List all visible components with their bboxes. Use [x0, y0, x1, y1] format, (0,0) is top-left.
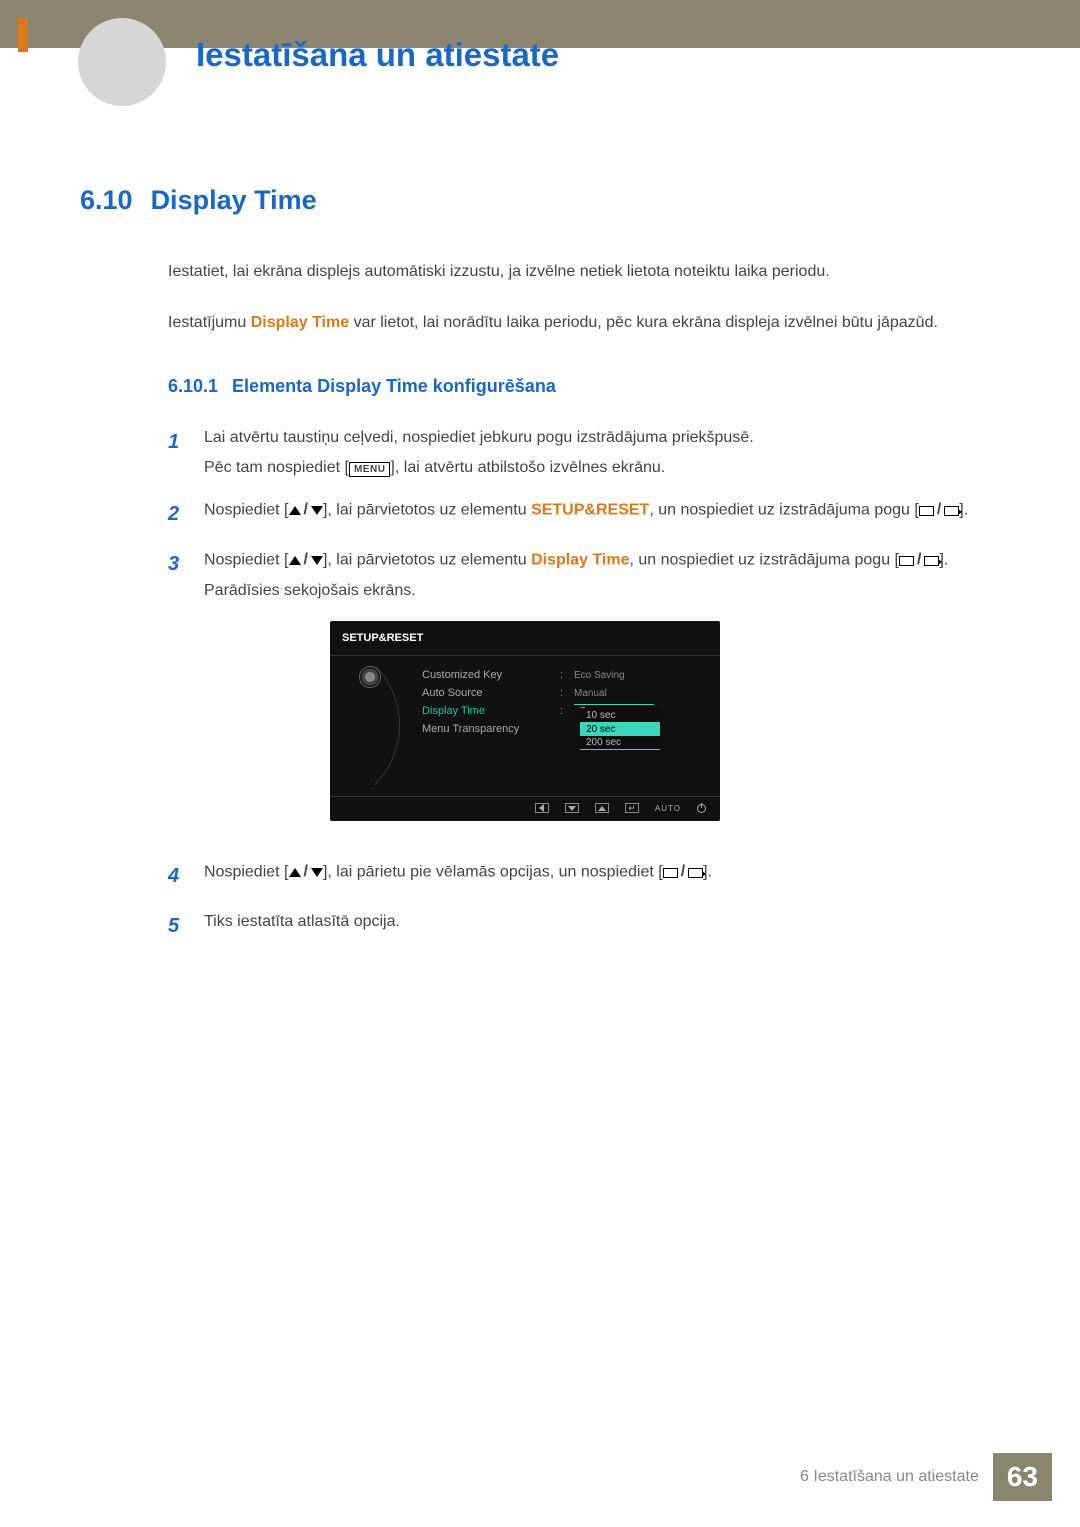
footer-page-number: 63 — [993, 1453, 1052, 1501]
step-number: 2 — [168, 495, 186, 533]
text: var lietot, lai norādītu laika periodu, … — [349, 314, 938, 331]
source-enter-icon: / — [899, 545, 939, 575]
step-3: 3 Nospiediet [/], lai pārvietotos uz ele… — [168, 545, 1000, 845]
nav-left-icon — [535, 803, 549, 813]
subsection-number: 6.10.1 — [168, 376, 218, 397]
step-number: 5 — [168, 907, 186, 945]
chapter-badge-circle — [78, 18, 166, 106]
text: ], lai pārvietotos uz elementu — [323, 552, 531, 569]
text: ], lai atvērtu atbilstošo izvēlnes ekrān… — [390, 459, 665, 476]
up-down-arrows-icon: / — [289, 545, 323, 575]
text: Nospiediet [ — [204, 502, 289, 519]
osd-label: Menu Transparency — [422, 719, 552, 740]
osd-option-200sec: 200 sec — [580, 736, 660, 750]
subsection-heading: 6.10.1 Elementa Display Time konfigurēša… — [168, 376, 1000, 397]
highlight-setup-reset: SETUP&RESET — [531, 502, 649, 519]
rect-enter-icon — [924, 556, 939, 566]
step-3-line-2: Parādīsies sekojošais ekrāns. — [204, 576, 948, 606]
intro-paragraph-2: Iestatījumu Display Time var lietot, lai… — [168, 309, 1000, 338]
triangle-up-icon — [289, 506, 301, 515]
osd-side-graphic — [350, 666, 410, 786]
osd-row-auto-source: Auto Source : Manual — [422, 684, 706, 702]
section-heading: 6.10 Display Time — [80, 185, 1000, 216]
step-5: 5 Tiks iestatīta atlasītā opcija. — [168, 907, 1000, 945]
step-body: Nospiediet [/], lai pārvietotos uz eleme… — [204, 545, 948, 845]
triangle-down-icon — [311, 556, 323, 565]
chapter-title: Iestatīšana un atiestate — [196, 36, 559, 74]
osd-screenshot: SETUP&RESET Customized Key : Eco Saving — [330, 621, 720, 822]
osd-row-customized-key: Customized Key : Eco Saving — [422, 666, 706, 684]
step-1: 1 Lai atvērtu taustiņu ceļvedi, nospiedi… — [168, 423, 1000, 484]
rect-enter-icon — [944, 506, 959, 516]
highlight-display-time: Display Time — [251, 314, 349, 331]
nav-auto-label: AUTO — [655, 803, 681, 813]
osd-row-display-time: Display Time : 5 sec — [422, 702, 706, 720]
step-body: Nospiediet [/], lai pārietu pie vēlamās … — [204, 857, 712, 895]
step-number: 4 — [168, 857, 186, 895]
source-enter-icon: / — [919, 495, 959, 525]
step-4: 4 Nospiediet [/], lai pārietu pie vēlamā… — [168, 857, 1000, 895]
footer-chapter-label: 6 Iestatīšana un atiestate — [800, 1468, 979, 1486]
nav-down-icon — [565, 803, 579, 813]
up-down-arrows-icon: / — [289, 857, 323, 887]
text: Iestatījumu — [168, 314, 251, 331]
step-body: Nospiediet [/], lai pārvietotos uz eleme… — [204, 495, 968, 533]
triangle-down-icon — [311, 868, 323, 877]
nav-up-icon — [595, 803, 609, 813]
triangle-down-icon — [311, 506, 323, 515]
subsection-title: Elementa Display Time konfigurēšana — [232, 376, 556, 397]
rect-icon — [899, 556, 914, 566]
source-enter-icon: / — [663, 857, 703, 887]
nav-power-icon — [697, 803, 706, 813]
triangle-up-icon — [289, 868, 301, 877]
text: Nospiediet [ — [204, 864, 289, 881]
text: ], lai pārvietotos uz elementu — [323, 502, 531, 519]
text: ], lai pārietu pie vēlamās opcijas, un n… — [323, 864, 663, 881]
intro-paragraph-1: Iestatiet, lai ekrāna displejs automātis… — [168, 258, 1000, 287]
step-1-line-1: Lai atvērtu taustiņu ceļvedi, nospiediet… — [204, 423, 754, 453]
page-content: 6.10 Display Time Iestatiet, lai ekrāna … — [80, 185, 1000, 957]
section-number: 6.10 — [80, 185, 133, 216]
text: Pēc tam nospiediet [ — [204, 459, 349, 476]
step-body: Lai atvērtu taustiņu ceļvedi, nospiediet… — [204, 423, 754, 484]
osd-title: SETUP&RESET — [330, 621, 720, 657]
menu-button-label: MENU — [349, 462, 390, 477]
up-down-arrows-icon: / — [289, 495, 323, 525]
osd-value: Eco Saving — [574, 666, 625, 685]
section-title: Display Time — [151, 185, 317, 216]
text: , un nospiediet uz izstrādājuma pogu [ — [649, 502, 919, 519]
text: Nospiediet [ — [204, 552, 289, 569]
header-accent — [18, 18, 28, 52]
highlight-display-time: Display Time — [531, 552, 629, 569]
steps-list: 1 Lai atvērtu taustiņu ceļvedi, nospiedi… — [168, 423, 1000, 946]
step-number: 3 — [168, 545, 186, 845]
step-1-line-2: Pēc tam nospiediet [MENU], lai atvērtu a… — [204, 453, 754, 483]
rect-enter-icon — [688, 868, 703, 878]
page-footer: 6 Iestatīšana un atiestate 63 — [28, 1453, 1052, 1501]
triangle-up-icon — [289, 556, 301, 565]
step-number: 1 — [168, 423, 186, 484]
osd-row-menu-transparency: Menu Transparency 10 sec 20 sec 200 sec — [422, 720, 706, 738]
step-body: Tiks iestatīta atlasītā opcija. — [204, 907, 400, 945]
rect-icon — [663, 868, 678, 878]
nav-enter-icon: ↵ — [625, 803, 639, 813]
osd-value: Manual — [574, 684, 607, 703]
rect-icon — [919, 506, 934, 516]
osd-nav-bar: ↵ AUTO — [330, 796, 720, 815]
step-2: 2 Nospiediet [/], lai pārvietotos uz ele… — [168, 495, 1000, 533]
text: , un nospiediet uz izstrādājuma pogu [ — [629, 552, 899, 569]
osd-menu: Customized Key : Eco Saving Auto Source … — [422, 666, 706, 786]
